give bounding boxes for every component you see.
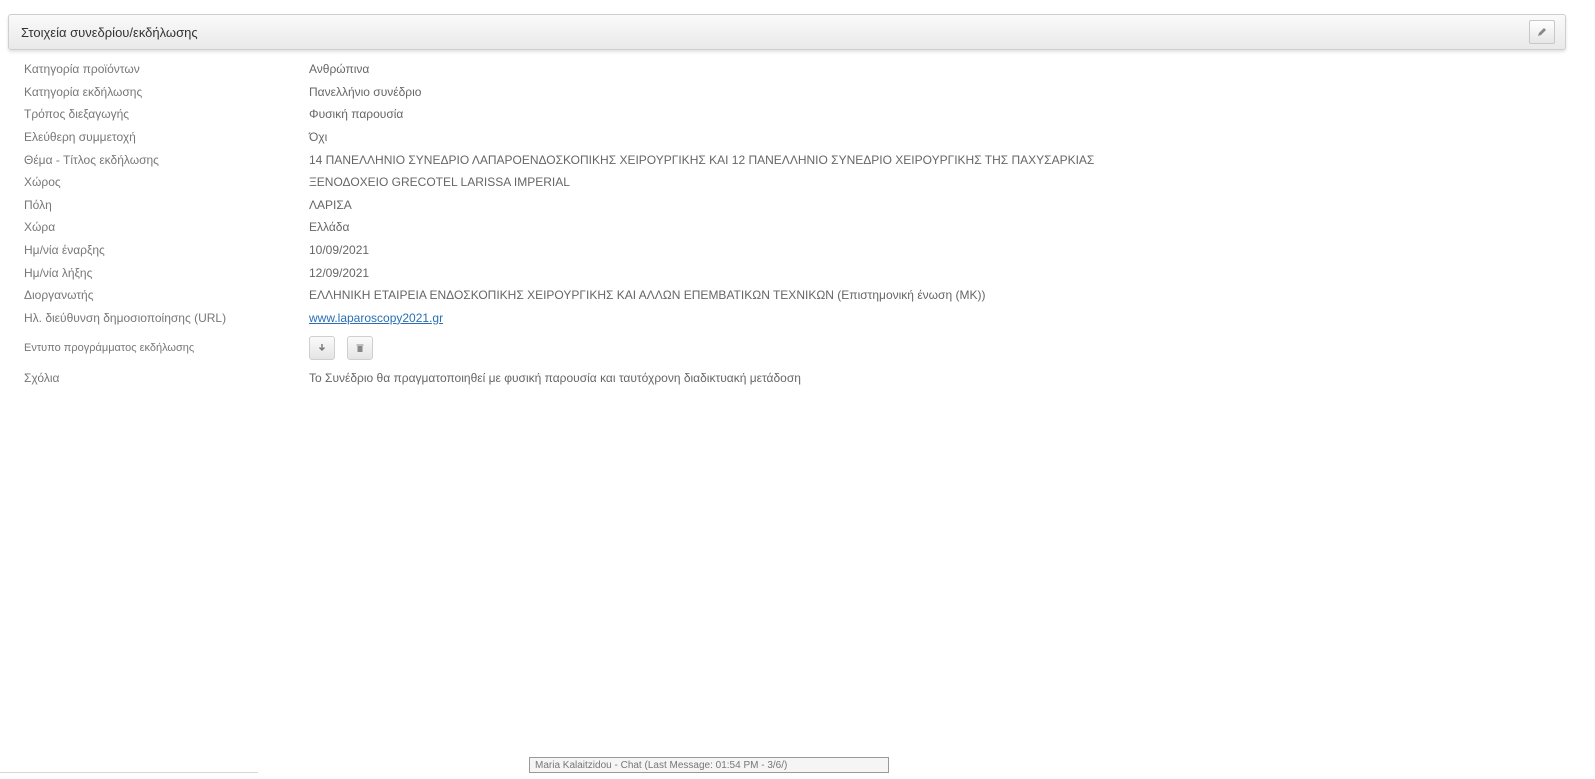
row-url: Ηλ. διεύθυνση δημοσιοποίησης (URL) www.l…: [24, 307, 1544, 330]
field-label: Ηλ. διεύθυνση δημοσιοποίησης (URL): [24, 310, 227, 325]
field-label: Εντυπο προγράμματος εκδήλωσης: [24, 342, 195, 355]
field-label: Κατηγορία εκδήλωσης: [24, 84, 143, 99]
download-icon: [319, 344, 325, 352]
field-value: Ανθρώπινα: [309, 62, 370, 77]
field-label: Θέμα - Τίτλος εκδήλωσης: [24, 152, 159, 167]
field-label: Κατηγορία προϊόντων: [24, 62, 140, 77]
delete-button[interactable]: [347, 336, 373, 361]
row-country: Χώρα Ελλάδα: [24, 216, 1544, 239]
field-value: ΛΑΡΙΣΑ: [309, 197, 352, 212]
field-value: Το Συνέδριο θα πραγματοποιηθεί με φυσική…: [309, 371, 801, 386]
row-venue: Χώρος ΞΕΝΟΔΟΧΕΙΟ GRECOTEL LARISSA IMPERI…: [24, 171, 1544, 194]
panel-header: Στοιχεία συνεδρίου/εκδήλωσης: [8, 14, 1566, 50]
edit-button[interactable]: [1529, 20, 1555, 44]
field-label: Χώρος: [24, 175, 61, 190]
field-value: 10/09/2021: [309, 243, 370, 258]
chat-status-tooltip[interactable]: Maria Kalaitzidou - Chat (Last Message: …: [529, 757, 889, 773]
row-product-category: Κατηγορία προϊόντων Ανθρώπινα: [24, 58, 1544, 81]
field-value: www.laparoscopy2021.gr: [309, 311, 443, 325]
field-label: Σχόλια: [24, 371, 60, 386]
row-event-title: Θέμα - Τίτλος εκδήλωσης 14 ΠΑΝΕΛΛΗΝΙΟ ΣΥ…: [24, 148, 1544, 171]
row-end-date: Ημ/νία λήξης 12/09/2021: [24, 261, 1544, 284]
row-organizer: Διοργανωτής ΕΛΛΗΝΙΚΗ ΕΤΑΙΡΕΙΑ ΕΝΔΟΣΚΟΠΙΚ…: [24, 284, 1544, 307]
row-conduct-mode: Τρόπος διεξαγωγής Φυσική παρουσία: [24, 103, 1544, 126]
field-label: Τρόπος διεξαγωγής: [24, 107, 130, 122]
panel-title: Στοιχεία συνεδρίου/εκδήλωσης: [21, 24, 198, 40]
field-value: Ελλάδα: [309, 220, 350, 235]
document-actions: [309, 336, 373, 361]
field-value: Όχι: [309, 130, 328, 145]
row-comments: Σχόλια Το Συνέδριο θα πραγματοποιηθεί με…: [24, 367, 1544, 390]
field-label: Χώρα: [24, 220, 56, 235]
row-program-document: Εντυπο προγράμματος εκδήλωσης: [24, 329, 1544, 367]
field-value: Φυσική παρουσία: [309, 107, 404, 122]
event-url-link[interactable]: www.laparoscopy2021.gr: [309, 311, 443, 325]
row-event-category: Κατηγορία εκδήλωσης Πανελλήνιο συνέδριο: [24, 81, 1544, 104]
field-value: Πανελλήνιο συνέδριο: [309, 84, 422, 99]
field-label: Διοργανωτής: [24, 288, 94, 303]
field-value: ΞΕΝΟΔΟΧΕΙΟ GRECOTEL LARISSA IMPERIAL: [309, 175, 570, 190]
pencil-icon: [1538, 28, 1546, 36]
row-city: Πόλη ΛΑΡΙΣΑ: [24, 194, 1544, 217]
field-value: ΕΛΛΗΝΙΚΗ ΕΤΑΙΡΕΙΑ ΕΝΔΟΣΚΟΠΙΚΗΣ ΧΕΙΡΟΥΡΓΙ…: [309, 288, 986, 303]
download-button[interactable]: [309, 336, 335, 361]
row-free-participation: Ελεύθερη συμμετοχή Όχι: [24, 126, 1544, 149]
details-list: Κατηγορία προϊόντων Ανθρώπινα Κατηγορία …: [24, 58, 1544, 390]
field-label: Ημ/νία λήξης: [24, 265, 93, 280]
field-value: 14 ΠΑΝΕΛΛΗΝΙΟ ΣΥΝΕΔΡΙΟ ΛΑΠΑΡΟΕΝΔΟΣΚΟΠΙΚΗ…: [309, 152, 1095, 167]
field-label: Πόλη: [24, 197, 52, 212]
row-start-date: Ημ/νία έναρξης 10/09/2021: [24, 239, 1544, 262]
field-value: 12/09/2021: [309, 265, 370, 280]
divider: [0, 772, 258, 773]
field-label: Ημ/νία έναρξης: [24, 243, 105, 258]
trash-icon: [356, 344, 364, 353]
field-label: Ελεύθερη συμμετοχή: [24, 130, 136, 145]
